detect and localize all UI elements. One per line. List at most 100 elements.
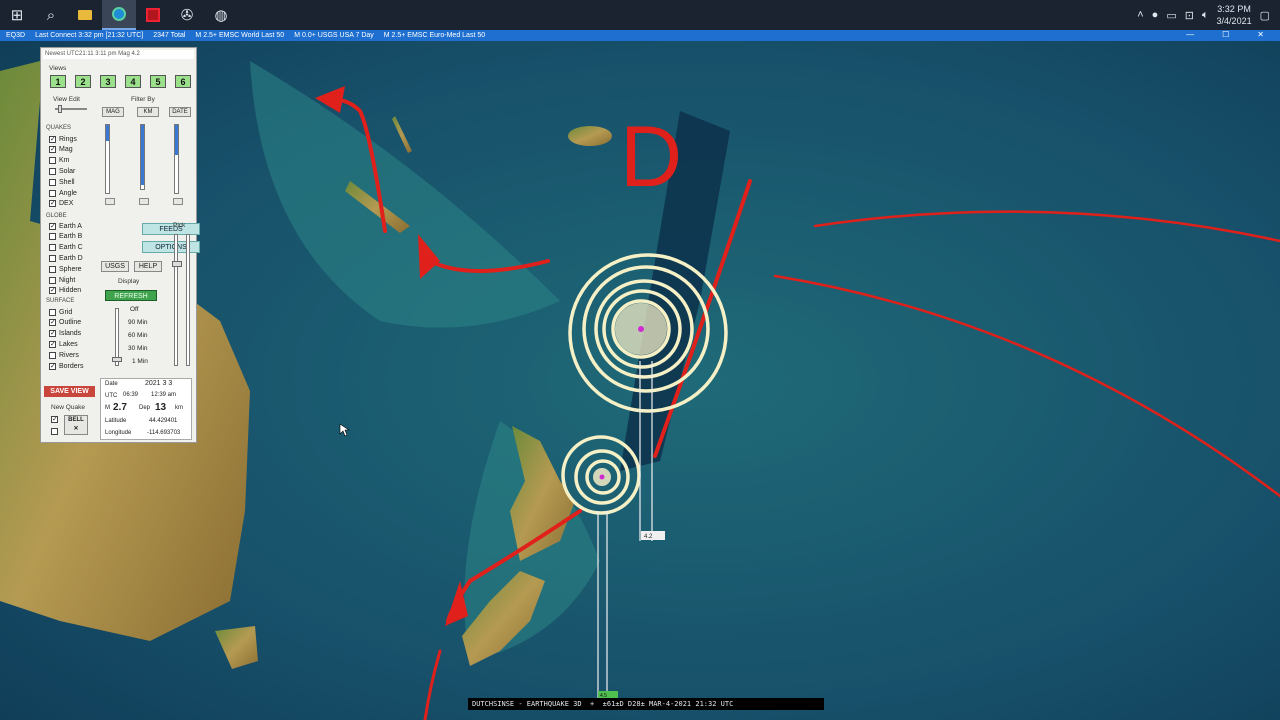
checkbox-row-earth-b[interactable]: Earth B bbox=[49, 232, 82, 242]
time-1min[interactable]: 1 Min bbox=[132, 358, 148, 365]
quake-epicenter-south[interactable] bbox=[599, 474, 605, 480]
checkbox[interactable]: ✓ bbox=[49, 362, 56, 370]
checkbox[interactable]: ✓ bbox=[49, 340, 56, 348]
view-edit-slider-handle[interactable] bbox=[58, 105, 62, 113]
clock-date: 3/4/2021 bbox=[1216, 16, 1252, 26]
help-button[interactable]: HELP bbox=[134, 261, 162, 272]
view-button-5[interactable]: 5 bbox=[150, 75, 166, 88]
checkbox[interactable] bbox=[49, 167, 56, 175]
checkbox[interactable] bbox=[49, 178, 56, 186]
pick-slider-handle[interactable] bbox=[172, 261, 182, 267]
search-icon[interactable]: ⌕ bbox=[34, 0, 68, 30]
checkbox-row-earth-d[interactable]: Earth D bbox=[49, 253, 83, 263]
mag-slider[interactable] bbox=[105, 124, 110, 194]
checkbox[interactable] bbox=[49, 189, 56, 197]
checkbox-row-lakes[interactable]: ✓ Lakes bbox=[49, 339, 78, 349]
checkbox[interactable] bbox=[49, 351, 56, 359]
checkbox-label: Hidden bbox=[59, 287, 82, 295]
view-button-4[interactable]: 4 bbox=[125, 75, 141, 88]
date-slider[interactable] bbox=[174, 124, 179, 194]
view-button-3[interactable]: 3 bbox=[100, 75, 116, 88]
bell-button[interactable]: BELL ✕ bbox=[64, 415, 88, 435]
km-slider[interactable] bbox=[140, 124, 145, 190]
view-button-1[interactable]: 1 bbox=[50, 75, 66, 88]
checkbox-row-hidden[interactable]: ✓ Hidden bbox=[49, 286, 81, 296]
checkbox-row-sphere[interactable]: Sphere bbox=[49, 264, 82, 274]
edge-browser-icon[interactable] bbox=[102, 0, 136, 30]
red-app-icon[interactable] bbox=[136, 0, 170, 30]
close-button[interactable]: ✕ bbox=[1257, 30, 1264, 39]
checkbox-row-rings[interactable]: ✓ Rings bbox=[49, 134, 77, 144]
microphone-icon[interactable]: ● bbox=[1152, 9, 1159, 21]
checkbox-row-solar[interactable]: Solar bbox=[49, 166, 75, 176]
checkbox-row-grid[interactable]: Grid bbox=[49, 307, 72, 317]
view-button-6[interactable]: 6 bbox=[175, 75, 191, 88]
checkbox-row-earth-c[interactable]: Earth C bbox=[49, 243, 83, 253]
checkbox[interactable] bbox=[49, 233, 56, 241]
checkbox[interactable]: ✓ bbox=[49, 330, 56, 338]
checkbox-row-angle[interactable]: Angle bbox=[49, 188, 77, 198]
feeds-button[interactable]: FEEDS bbox=[142, 223, 200, 235]
date-step-button[interactable] bbox=[173, 198, 183, 205]
checkbox-row-outline[interactable]: ✓ Outline bbox=[49, 318, 81, 328]
checkbox-row-dex[interactable]: ✓ DEX bbox=[49, 199, 73, 209]
view-button-2[interactable]: 2 bbox=[75, 75, 91, 88]
mag-step-button[interactable] bbox=[105, 198, 115, 205]
checkbox-label: Shell bbox=[59, 178, 75, 186]
checkbox[interactable] bbox=[49, 254, 56, 262]
windows-start-icon[interactable]: ⊞ bbox=[0, 0, 34, 30]
checkbox[interactable] bbox=[49, 265, 56, 273]
checkbox-row-islands[interactable]: ✓ Islands bbox=[49, 329, 81, 339]
km-step-button[interactable] bbox=[139, 198, 149, 205]
checkbox-row-shell[interactable]: Shell bbox=[49, 177, 75, 187]
checkbox-row-km[interactable]: Km bbox=[49, 156, 70, 166]
time-off[interactable]: Off bbox=[130, 306, 139, 313]
checkbox[interactable]: ✓ bbox=[49, 200, 56, 208]
maximize-button[interactable]: ☐ bbox=[1222, 30, 1229, 39]
time-90min[interactable]: 90 Min bbox=[128, 319, 148, 326]
checkbox[interactable]: ✓ bbox=[49, 319, 56, 327]
new-quake-checkbox[interactable]: ✓ bbox=[51, 416, 58, 423]
checkbox-row-night[interactable]: Night bbox=[49, 275, 75, 285]
checkbox[interactable]: ✓ bbox=[49, 135, 56, 143]
checkbox-row-borders[interactable]: ✓ Borders bbox=[49, 361, 84, 371]
quake-epicenter-north[interactable] bbox=[638, 326, 644, 332]
time-60min[interactable]: 60 Min bbox=[128, 332, 148, 339]
save-view-button[interactable]: SAVE VIEW bbox=[44, 386, 95, 397]
time-30min[interactable]: 30 Min bbox=[128, 345, 148, 352]
refresh-button[interactable]: REFRESH bbox=[105, 290, 157, 301]
volume-icon[interactable]: 🔈︎ bbox=[1202, 9, 1209, 22]
checkbox-row-earth-a[interactable]: ✓ Earth A bbox=[49, 221, 82, 231]
clock[interactable]: 3:32 PM 3/4/2021 bbox=[1217, 3, 1252, 27]
checkbox-row-mag[interactable]: ✓ Mag bbox=[49, 145, 73, 155]
checkbox[interactable] bbox=[49, 276, 56, 284]
info-date: 2021 3 3 bbox=[145, 380, 173, 387]
checkbox[interactable]: ✓ bbox=[49, 146, 56, 154]
globe-app-icon[interactable]: ◍ bbox=[204, 0, 238, 30]
checkbox-row-rivers[interactable]: Rivers bbox=[49, 350, 79, 360]
display-time-handle[interactable] bbox=[112, 357, 122, 362]
filter-km-button[interactable]: KM bbox=[137, 107, 159, 117]
minimize-button[interactable]: — bbox=[1186, 30, 1194, 39]
options-button[interactable]: OPTIONS bbox=[142, 241, 200, 253]
checkbox[interactable] bbox=[49, 157, 56, 165]
checkbox[interactable]: ✓ bbox=[49, 287, 56, 295]
checkbox[interactable] bbox=[49, 308, 56, 316]
filter-date-button[interactable]: DATE bbox=[169, 107, 191, 117]
checkbox[interactable] bbox=[49, 244, 56, 252]
filter-mag-button[interactable]: MAG bbox=[102, 107, 124, 117]
settings-wheel-icon[interactable]: ✇ bbox=[170, 0, 204, 30]
notifications-icon[interactable]: ▢ bbox=[1260, 9, 1270, 22]
file-explorer-icon[interactable] bbox=[68, 0, 102, 30]
new-quake-checkbox-2[interactable] bbox=[51, 428, 58, 435]
bell-label: BELL bbox=[68, 417, 84, 423]
pick-slider-2[interactable] bbox=[186, 234, 190, 366]
usgs-button[interactable]: USGS bbox=[101, 261, 129, 272]
chevron-up-icon[interactable]: ˄ bbox=[1137, 9, 1143, 21]
app-title: EQ3D bbox=[6, 32, 26, 39]
network-icon[interactable]: ⊡ bbox=[1185, 9, 1194, 22]
checkbox[interactable]: ✓ bbox=[49, 222, 56, 230]
power-icon[interactable]: ▭ bbox=[1166, 9, 1176, 22]
pick-slider[interactable] bbox=[174, 234, 178, 366]
checkbox-label: Earth A bbox=[59, 222, 82, 230]
